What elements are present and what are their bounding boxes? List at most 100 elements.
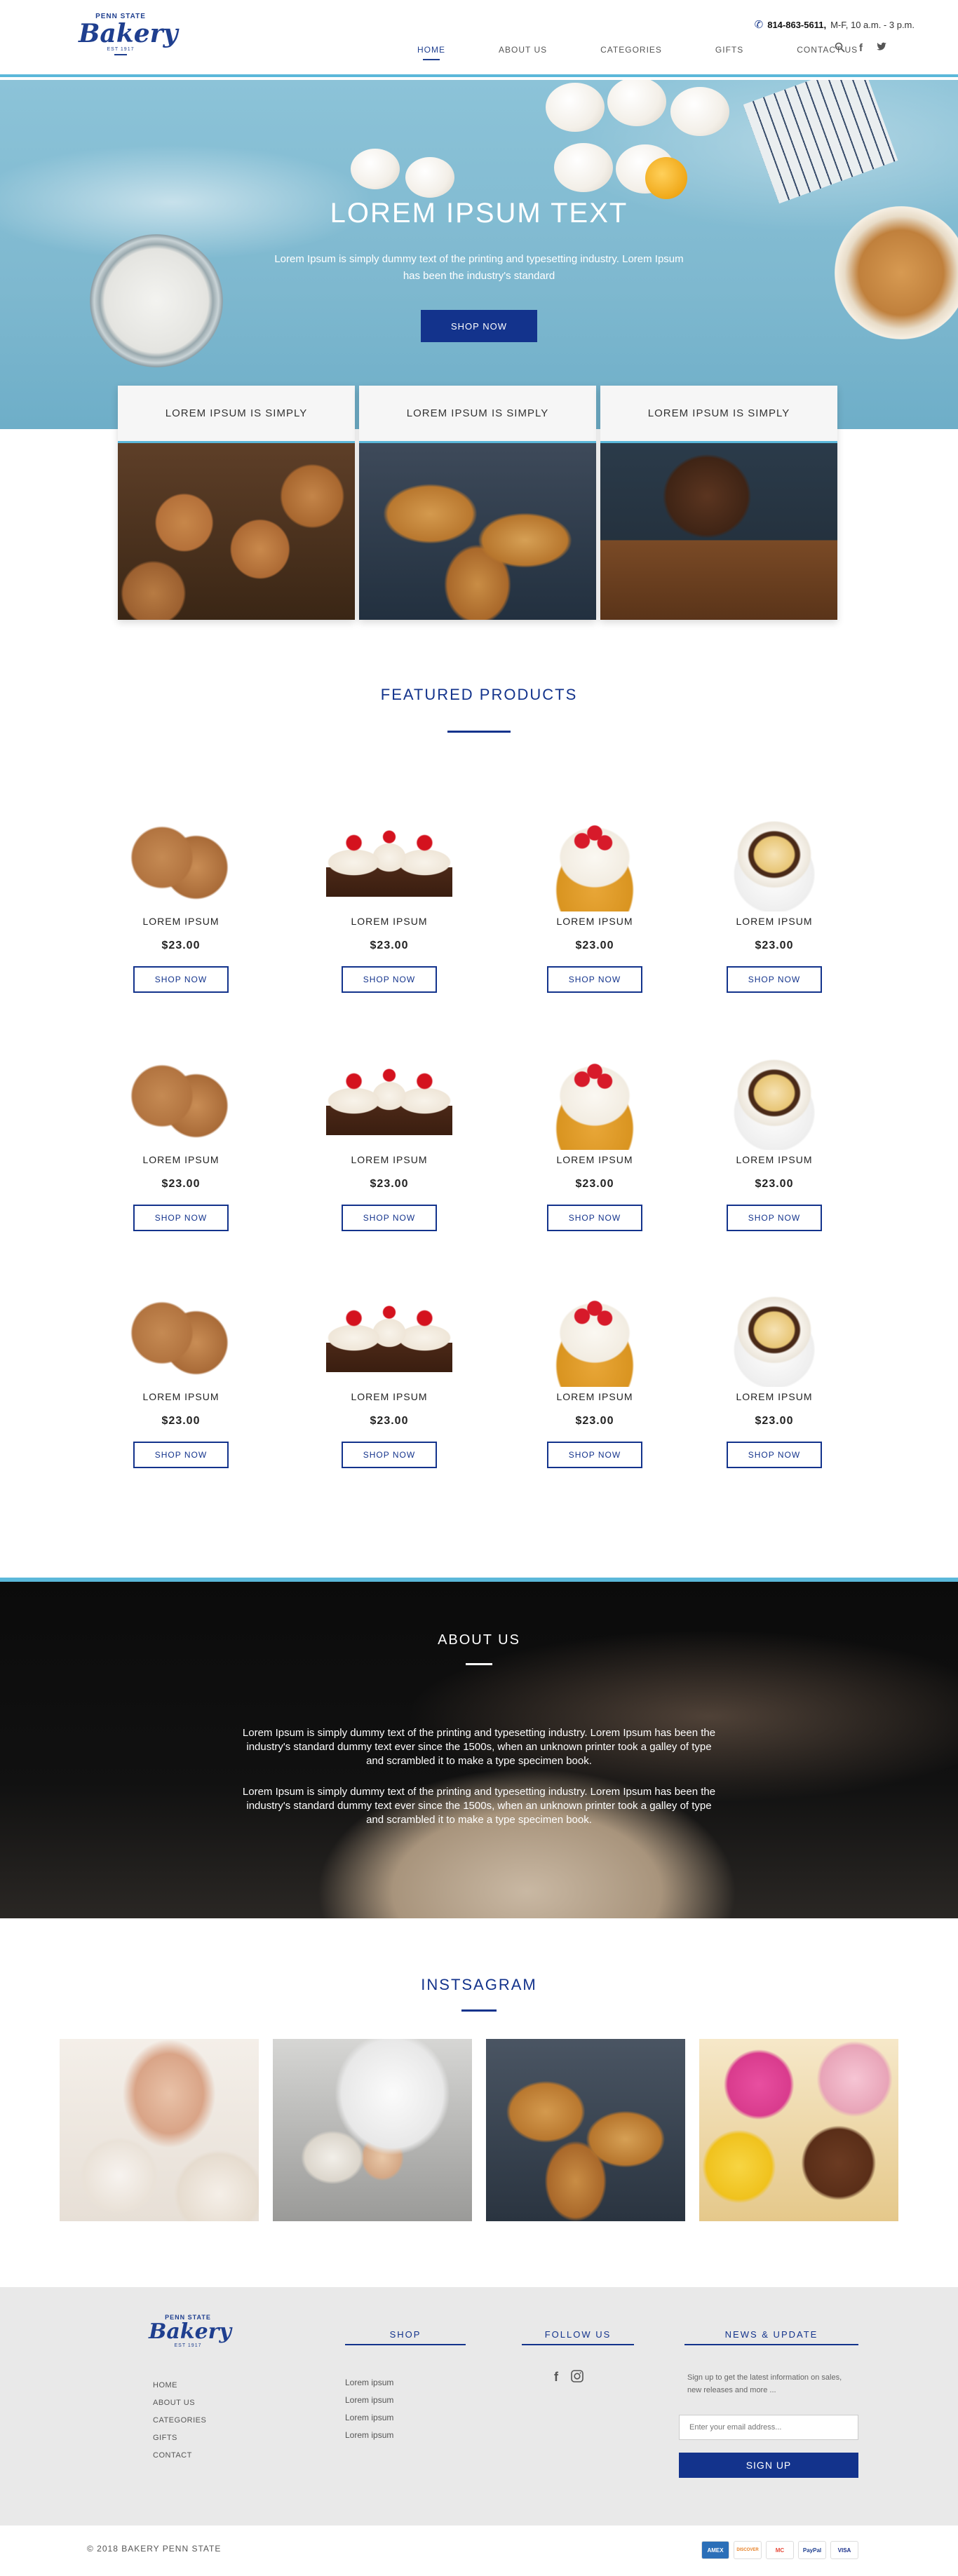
product-shop-now-button[interactable]: SHOP NOW — [133, 966, 229, 993]
footer-link-home[interactable]: HOME — [153, 2377, 206, 2394]
main-nav: HOME ABOUT US CATEGORIES GIFTS CONTACT U… — [417, 45, 858, 60]
product-card[interactable]: LOREM IPSUM $23.00 SHOP NOW — [525, 1289, 665, 1468]
product-card[interactable]: LOREM IPSUM $23.00 SHOP NOW — [319, 813, 459, 993]
product-shop-now-button[interactable]: SHOP NOW — [342, 966, 437, 993]
product-shop-now-button[interactable]: SHOP NOW — [727, 1205, 822, 1231]
phone-number[interactable]: 814-863-5611, — [767, 20, 826, 30]
feature-card[interactable]: LOREM IPSUM IS SIMPLY — [118, 386, 355, 620]
product-image-cookies[interactable] — [118, 1052, 244, 1150]
product-price: $23.00 — [575, 940, 614, 951]
product-price: $23.00 — [370, 940, 409, 951]
product-image-birthday-cake[interactable] — [711, 1289, 837, 1387]
product-card[interactable]: LOREM IPSUM $23.00 SHOP NOW — [111, 1289, 251, 1468]
product-image-cookies[interactable] — [118, 813, 244, 911]
product-card[interactable]: LOREM IPSUM $23.00 SHOP NOW — [525, 813, 665, 993]
product-image-cookies[interactable] — [118, 1289, 244, 1387]
nav-categories[interactable]: CATEGORIES — [600, 45, 662, 60]
mastercard-icon: MC — [766, 2541, 794, 2559]
hero-towel — [743, 80, 898, 204]
hero-subtitle: Lorem Ipsum is simply dummy text of the … — [274, 253, 684, 282]
instagram-photo-chef-dough[interactable] — [273, 2039, 472, 2221]
product-name: LOREM IPSUM — [556, 916, 633, 927]
product-price: $23.00 — [755, 1178, 794, 1190]
newsletter-signup-button[interactable]: SIGN UP — [679, 2453, 858, 2478]
nav-home[interactable]: HOME — [417, 45, 445, 60]
product-shop-now-button[interactable]: SHOP NOW — [133, 1442, 229, 1468]
logo-name: Bakery — [79, 19, 178, 48]
instagram-photo-croissants[interactable] — [486, 2039, 685, 2221]
product-price: $23.00 — [575, 1178, 614, 1190]
about-paragraph: Lorem Ipsum is simply dummy text of the … — [242, 1727, 716, 1767]
shop-link[interactable]: Lorem ipsum — [345, 2427, 393, 2444]
instagram-photo-colorful-cupcakes[interactable] — [699, 2039, 898, 2221]
nav-about-us[interactable]: ABOUT US — [499, 45, 547, 60]
product-name: LOREM IPSUM — [556, 1391, 633, 1402]
product-shop-now-button[interactable]: SHOP NOW — [727, 966, 822, 993]
featured-products-title: FEATURED PRODUCTS — [380, 686, 578, 703]
footer-link-contact[interactable]: CONTACT — [153, 2447, 206, 2465]
visa-icon: VISA — [830, 2541, 858, 2559]
hero-egg — [607, 80, 666, 126]
search-icon[interactable] — [835, 42, 845, 55]
footer-link-about-us[interactable]: ABOUT US — [153, 2394, 206, 2412]
product-card[interactable]: LOREM IPSUM $23.00 SHOP NOW — [319, 1289, 459, 1468]
product-image-cupcakes[interactable] — [326, 1289, 452, 1387]
product-image-cupcakes[interactable] — [326, 813, 452, 911]
newsletter-text: Sign up to get the latest information on… — [687, 2373, 842, 2394]
product-image-strawberry-cake[interactable] — [532, 1052, 658, 1150]
about-section: ABOUT US Lorem Ipsum is simply dummy tex… — [0, 1578, 958, 1918]
product-shop-now-button[interactable]: SHOP NOW — [547, 966, 642, 993]
instagram-photo-piping-cupcakes[interactable] — [60, 2039, 259, 2221]
site-logo[interactable]: PENN STATE Bakery EST 1917 — [79, 13, 178, 72]
product-card[interactable]: LOREM IPSUM $23.00 SHOP NOW — [704, 1052, 844, 1231]
product-card[interactable]: LOREM IPSUM $23.00 SHOP NOW — [111, 813, 251, 993]
product-card[interactable]: LOREM IPSUM $23.00 SHOP NOW — [704, 1289, 844, 1468]
product-shop-now-button[interactable]: SHOP NOW — [342, 1442, 437, 1468]
shop-link[interactable]: Lorem ipsum — [345, 2409, 393, 2427]
product-name: LOREM IPSUM — [142, 916, 220, 927]
feature-card-title: LOREM IPSUM IS SIMPLY — [118, 386, 355, 443]
shop-link[interactable]: Lorem ipsum — [345, 2392, 393, 2409]
product-image-strawberry-cake[interactable] — [532, 813, 658, 911]
newsletter-email-input[interactable] — [679, 2415, 858, 2440]
nav-gifts[interactable]: GIFTS — [715, 45, 743, 60]
product-name: LOREM IPSUM — [351, 1391, 428, 1402]
amex-icon: AMEX — [701, 2541, 729, 2559]
site-header: PENN STATE Bakery EST 1917 ✆ 814-863-561… — [0, 0, 958, 77]
logo-est: EST 1917 — [174, 2343, 202, 2348]
product-card[interactable]: LOREM IPSUM $23.00 SHOP NOW — [111, 1052, 251, 1231]
product-card[interactable]: LOREM IPSUM $23.00 SHOP NOW — [525, 1052, 665, 1231]
product-price: $23.00 — [755, 1415, 794, 1427]
product-price: $23.00 — [161, 1178, 201, 1190]
feature-card[interactable]: LOREM IPSUM IS SIMPLY — [600, 386, 837, 620]
twitter-icon[interactable] — [877, 42, 887, 55]
product-card[interactable]: LOREM IPSUM $23.00 SHOP NOW — [704, 813, 844, 993]
hero-shop-now-button[interactable]: SHOP NOW — [421, 310, 537, 342]
product-name: LOREM IPSUM — [142, 1391, 220, 1402]
product-shop-now-button[interactable]: SHOP NOW — [547, 1205, 642, 1231]
product-image-strawberry-cake[interactable] — [532, 1289, 658, 1387]
footer-link-categories[interactable]: CATEGORIES — [153, 2412, 206, 2429]
footer-logo[interactable]: PENN STATE Bakery EST 1917 — [149, 2314, 231, 2370]
facebook-icon[interactable]: f — [859, 42, 863, 55]
instagram-icon[interactable] — [571, 2370, 583, 2386]
product-shop-now-button[interactable]: SHOP NOW — [727, 1442, 822, 1468]
product-name: LOREM IPSUM — [556, 1154, 633, 1165]
product-shop-now-button[interactable]: SHOP NOW — [133, 1205, 229, 1231]
product-image-cupcakes[interactable] — [326, 1052, 452, 1150]
product-name: LOREM IPSUM — [142, 1154, 220, 1165]
feature-card[interactable]: LOREM IPSUM IS SIMPLY — [359, 386, 596, 620]
product-image-birthday-cake[interactable] — [711, 813, 837, 911]
about-title: ABOUT US — [438, 1632, 520, 1648]
site-footer: PENN STATE Bakery EST 1917 HOME ABOUT US… — [0, 2287, 958, 2526]
product-card[interactable]: LOREM IPSUM $23.00 SHOP NOW — [319, 1052, 459, 1231]
facebook-icon[interactable]: f — [554, 2370, 558, 2386]
product-shop-now-button[interactable]: SHOP NOW — [342, 1205, 437, 1231]
bottom-bar: © 2018 BAKERY PENN STATE AMEX DISCOVER M… — [0, 2526, 958, 2576]
product-shop-now-button[interactable]: SHOP NOW — [547, 1442, 642, 1468]
footer-link-gifts[interactable]: GIFTS — [153, 2429, 206, 2447]
logo-name: Bakery — [149, 2319, 231, 2344]
shop-link[interactable]: Lorem ipsum — [345, 2374, 393, 2392]
product-name: LOREM IPSUM — [351, 1154, 428, 1165]
product-image-birthday-cake[interactable] — [711, 1052, 837, 1150]
